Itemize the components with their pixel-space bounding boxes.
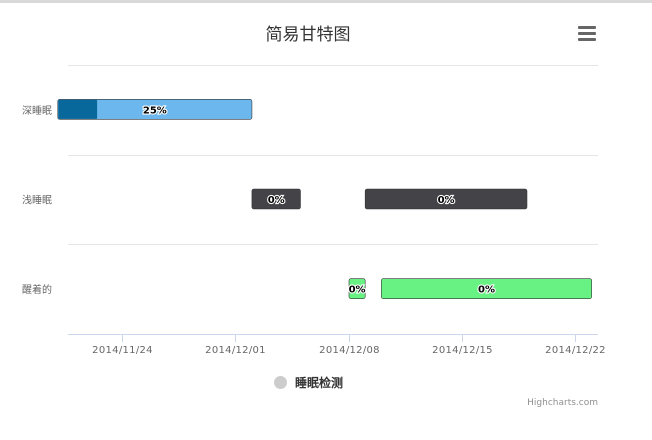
legend-symbol	[274, 375, 287, 389]
y-axis-label: 浅睡眠	[22, 194, 52, 207]
gantt-bar-label: 0%	[349, 285, 366, 296]
gantt-bar-label: 0%	[478, 285, 495, 296]
gantt-bar-label: 0%	[268, 195, 285, 206]
y-axis-label: 醒着的	[22, 283, 52, 296]
x-axis-label: 2014/11/24	[92, 345, 153, 356]
credits-link[interactable]: Highcharts.com	[527, 398, 598, 408]
x-axis-label: 2014/12/08	[319, 345, 380, 356]
gantt-bar-label: 25%	[143, 105, 167, 116]
x-axis-label: 2014/12/22	[545, 345, 606, 356]
legend-label: 睡眠检测	[295, 375, 344, 390]
gantt-bar-label: 0%	[438, 195, 455, 206]
gantt-bar-progress	[58, 99, 98, 119]
y-axis-label: 深睡眠	[22, 104, 52, 117]
legend-item[interactable]: 睡眠检测	[274, 374, 343, 390]
x-axis-label: 2014/12/15	[432, 345, 493, 356]
x-axis-label: 2014/12/01	[205, 345, 266, 356]
